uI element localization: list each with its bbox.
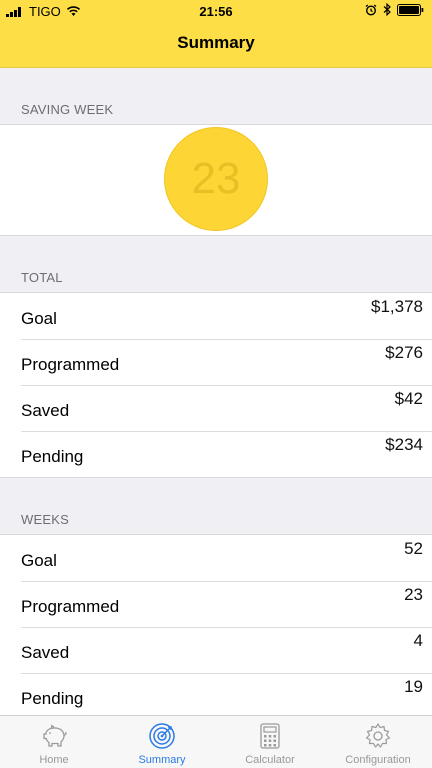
- alarm-icon: [365, 4, 377, 16]
- row-value: 52: [404, 539, 423, 558]
- row-value: 23: [404, 585, 423, 604]
- row-label: Saved: [21, 643, 70, 662]
- gear-icon: [365, 723, 391, 748]
- tab-calculator[interactable]: Calculator: [216, 716, 324, 768]
- row-value: $234: [385, 435, 423, 454]
- weeks-row-programmed[interactable]: Programmed 23: [0, 581, 432, 627]
- tab-label: Calculator: [245, 754, 295, 766]
- bluetooth-icon: [383, 3, 391, 16]
- weeks-row-goal[interactable]: Goal 52: [0, 535, 432, 581]
- row-label: Programmed: [21, 355, 120, 374]
- tab-configuration[interactable]: Configuration: [324, 716, 432, 768]
- weeks-row-saved[interactable]: Saved 4: [0, 627, 432, 673]
- tab-label: Configuration: [345, 754, 411, 766]
- saving-week-value: 23: [191, 154, 241, 203]
- weeks-table: Goal 52 Programmed 23 Saved 4 Pending 19: [0, 534, 432, 719]
- total-row-programmed[interactable]: Programmed $276: [0, 339, 432, 385]
- row-label: Goal: [21, 551, 57, 570]
- page-title: Summary: [177, 33, 255, 52]
- calculator-icon: [260, 723, 280, 749]
- section-header-weeks: WEEKS: [21, 512, 69, 527]
- total-table: Goal $1,378 Programmed $276 Saved $42 Pe…: [0, 292, 432, 478]
- tab-home[interactable]: Home: [0, 716, 108, 768]
- tab-bar: Home Summary Calculator Configuration: [0, 715, 432, 768]
- row-label: Saved: [21, 401, 70, 420]
- weeks-row-pending[interactable]: Pending 19: [0, 673, 432, 719]
- tab-summary[interactable]: Summary: [108, 716, 216, 768]
- battery-icon: [397, 3, 424, 16]
- row-label: Pending: [21, 689, 84, 708]
- tab-label: Summary: [138, 754, 186, 766]
- navigation-header: TIGO 21:56 Summary: [0, 0, 432, 68]
- row-value: $1,378: [371, 297, 423, 316]
- row-label: Goal: [21, 309, 57, 328]
- row-value: $276: [385, 343, 423, 362]
- row-value: 4: [413, 631, 423, 650]
- status-bar: TIGO 21:56: [0, 0, 432, 22]
- total-row-saved[interactable]: Saved $42: [0, 385, 432, 431]
- piggy-bank-icon: [43, 724, 67, 747]
- saving-week-circle: 23: [164, 127, 268, 231]
- tab-label: Home: [39, 754, 69, 766]
- row-label: Programmed: [21, 597, 120, 616]
- section-header-saving-week: SAVING WEEK: [21, 102, 114, 117]
- total-row-pending[interactable]: Pending $234: [0, 431, 432, 477]
- row-value: $42: [394, 389, 423, 408]
- target-icon: [149, 723, 175, 749]
- row-label: Pending: [21, 447, 84, 466]
- section-header-total: TOTAL: [21, 270, 63, 285]
- total-row-goal[interactable]: Goal $1,378: [0, 293, 432, 339]
- saving-week-panel: 23: [0, 124, 432, 236]
- row-value: 19: [404, 677, 423, 696]
